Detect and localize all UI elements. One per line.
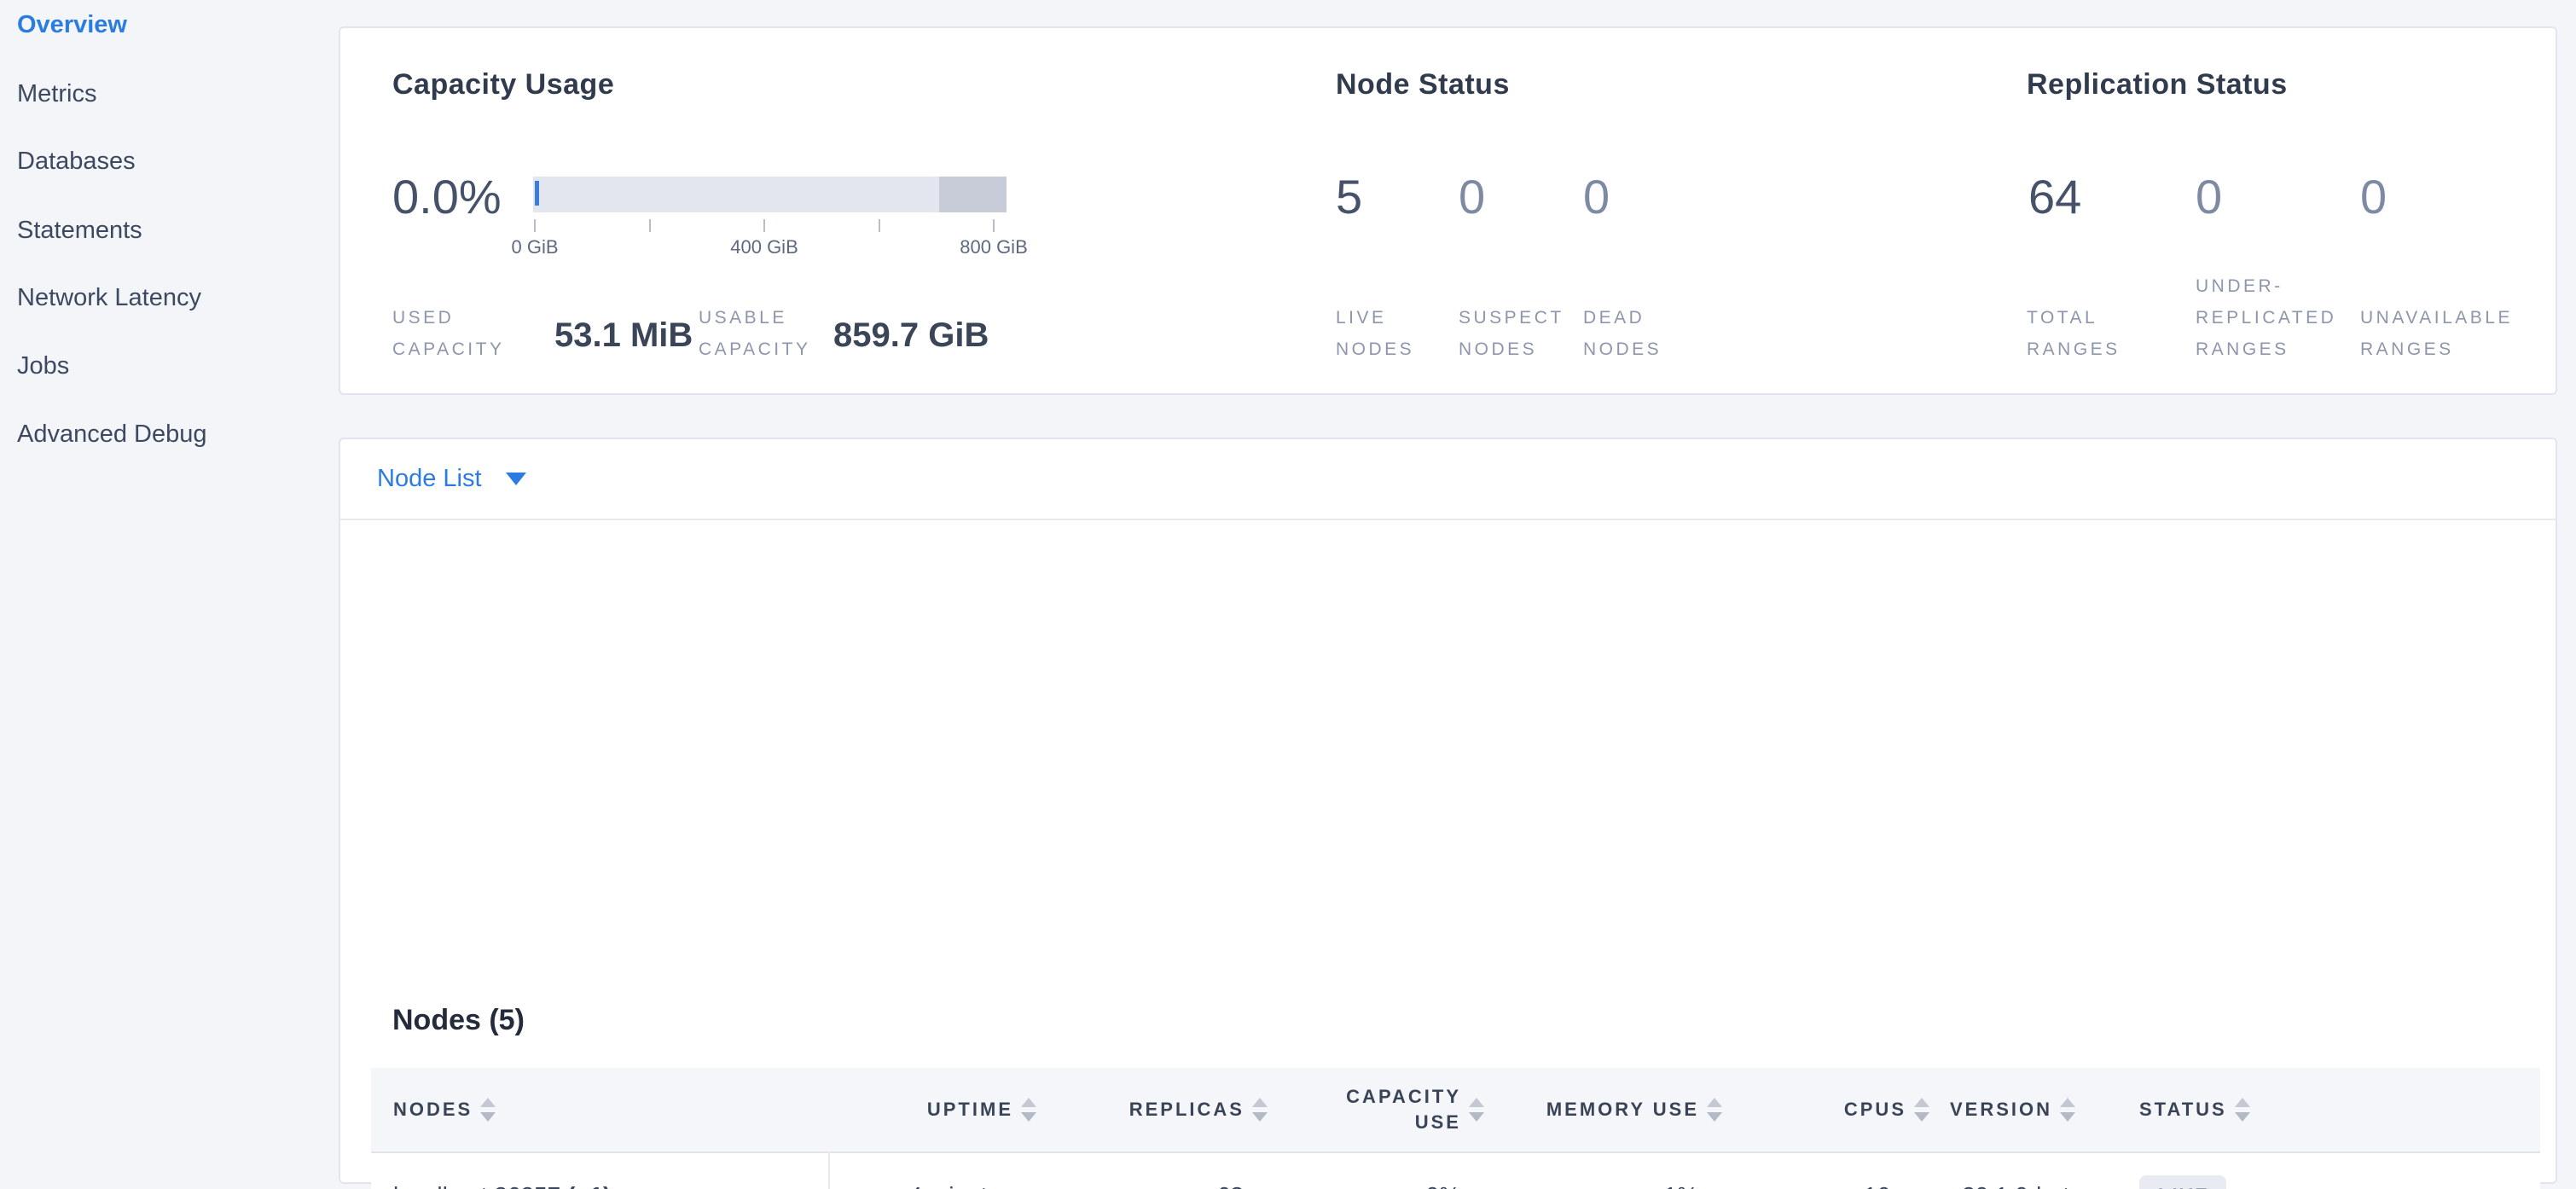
sort-icon [1469, 1098, 1484, 1122]
uptime-cell: 4 minutes [829, 1152, 1036, 1189]
column-header-memory-use[interactable]: MEMORY USE [1484, 1068, 1722, 1152]
column-header-capacity-use[interactable]: CAPACITY USE [1268, 1068, 1484, 1152]
unavailable-ranges-label: UNAVAILABLE RANGES [2360, 302, 2513, 365]
suspect-nodes-label: SUSPECT NODES [1459, 302, 1564, 365]
sort-icon [1707, 1098, 1722, 1122]
sort-icon [1914, 1098, 1929, 1122]
sort-icon [2060, 1098, 2075, 1122]
column-header-nodes[interactable]: NODES [371, 1068, 829, 1152]
sidebar-item-advanced-debug[interactable]: Advanced Debug [17, 420, 207, 449]
capacity-usage-title: Capacity Usage [392, 68, 614, 102]
replication-status-title: Replication Status [2027, 68, 2288, 102]
under-replicated-ranges-label: UNDER- REPLICATED RANGES [2196, 270, 2336, 365]
status-badge: LIVE [2139, 1175, 2226, 1189]
sidebar-item-statements[interactable]: Statements [17, 216, 142, 245]
sort-icon [480, 1098, 496, 1122]
axis-tick [649, 219, 651, 232]
unavailable-ranges-count: 0 [2360, 170, 2387, 224]
table-header-row: NODES UPTIME REPLICAS CAPACITY USE M [371, 1068, 2540, 1152]
sort-icon [1021, 1098, 1036, 1122]
under-replicated-ranges-count: 0 [2196, 170, 2222, 224]
axis-label-800gib: 800 GiB [934, 236, 1053, 258]
sidebar-item-jobs[interactable]: Jobs [17, 351, 69, 380]
axis-label-400gib: 400 GiB [705, 236, 824, 258]
dead-nodes-count: 0 [1583, 170, 1610, 224]
suspect-nodes-count: 0 [1459, 170, 1485, 224]
node-list-dropdown[interactable]: Node List [340, 439, 2556, 520]
live-nodes-count: 5 [1336, 170, 1362, 224]
nodes-card: Node List Nodes (5) NODES UPTIME REPLICA… [339, 438, 2557, 1184]
nodes-table: NODES UPTIME REPLICAS CAPACITY USE M [371, 1068, 2540, 1189]
table-row: localhost:26257 (n1) 4 minutes 63 0% 1% … [371, 1152, 2540, 1189]
sidebar: Overview Metrics Databases Statements Ne… [0, 0, 338, 1189]
sidebar-item-overview[interactable]: Overview [17, 10, 127, 39]
column-header-replicas[interactable]: REPLICAS [1036, 1068, 1268, 1152]
total-ranges-label: TOTAL RANGES [2027, 302, 2121, 365]
capacity-bar-used-marker [535, 181, 539, 206]
nodes-table-title: Nodes (5) [392, 1004, 525, 1037]
dead-nodes-label: DEAD NODES [1583, 302, 1662, 365]
column-header-status[interactable]: STATUS [2119, 1068, 2540, 1152]
axis-tick [993, 219, 995, 232]
capacity-bar-unusable-segment [939, 177, 1007, 212]
used-capacity-value: 53.1 MiB [554, 315, 693, 356]
column-header-version[interactable]: VERSION [1929, 1068, 2119, 1152]
usable-capacity-value: 859.7 GiB [833, 315, 989, 356]
axis-label-0gib: 0 GiB [475, 236, 595, 258]
cpus-cell: 16 [1722, 1152, 1929, 1189]
axis-tick [879, 219, 880, 232]
status-cell: LIVE [2119, 1152, 2540, 1189]
node-list-dropdown-label: Node List [377, 465, 482, 493]
sort-icon [1252, 1098, 1268, 1122]
memory-use-cell: 1% [1484, 1152, 1722, 1189]
axis-tick [763, 219, 765, 232]
capacity-use-cell: 0% [1268, 1152, 1484, 1189]
cluster-summary-card: Capacity Usage 0.0% 0 GiB 400 GiB 800 Gi… [339, 26, 2557, 395]
sort-icon [2235, 1098, 2250, 1122]
total-ranges-count: 64 [2028, 170, 2081, 224]
used-capacity-label: USED CAPACITY [392, 302, 504, 365]
sidebar-item-network-latency[interactable]: Network Latency [17, 283, 201, 312]
column-header-uptime[interactable]: UPTIME [829, 1068, 1036, 1152]
node-address-cell[interactable]: localhost:26257 (n1) [371, 1152, 829, 1189]
axis-tick [534, 219, 536, 232]
column-header-cpus[interactable]: CPUS [1722, 1068, 1929, 1152]
chevron-down-icon [506, 473, 526, 485]
replicas-cell: 63 [1036, 1152, 1268, 1189]
capacity-usage-percent: 0.0% [392, 170, 502, 224]
sidebar-item-databases[interactable]: Databases [17, 147, 136, 176]
usable-capacity-label: USABLE CAPACITY [699, 302, 810, 365]
node-status-title: Node Status [1336, 68, 1510, 102]
capacity-usage-bar [533, 177, 1007, 212]
live-nodes-label: LIVE NODES [1336, 302, 1414, 365]
version-cell: v20.1.0-bet… [1929, 1152, 2119, 1189]
sidebar-item-metrics[interactable]: Metrics [17, 79, 96, 108]
